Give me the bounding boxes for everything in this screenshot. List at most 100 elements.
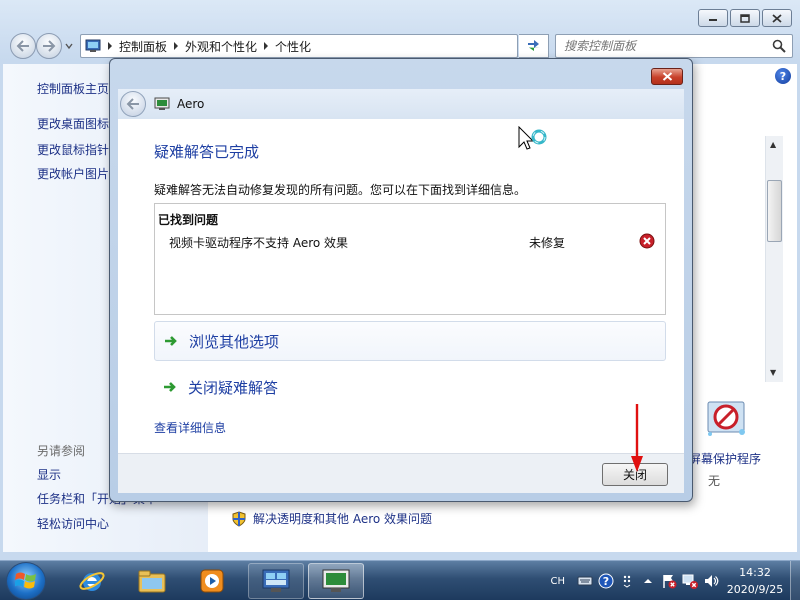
see-also-ease-of-access-link[interactable]: 轻松访问中心 — [37, 515, 109, 532]
taskbar-control-panel[interactable] — [248, 563, 304, 599]
keyboard-tray-icon[interactable] — [577, 573, 593, 589]
issue-name: 视频卡驱动程序不支持 Aero 效果 — [169, 236, 349, 250]
dialog-description: 疑难解答无法自动修复发现的所有问题。您可以在下面找到详细信息。 — [154, 183, 527, 197]
network-tray-icon[interactable] — [682, 573, 698, 589]
aero-troubleshoot-link[interactable]: 解决透明度和其他 Aero 效果问题 — [231, 510, 432, 527]
forward-button[interactable] — [36, 33, 62, 59]
aero-troubleshooter-icon — [322, 569, 350, 592]
taskbar-media-player[interactable] — [184, 563, 240, 599]
breadcrumb-separator-icon — [174, 42, 179, 50]
taskbar-internet-explorer[interactable] — [64, 563, 120, 599]
change-account-picture-link[interactable]: 更改帐户图片 — [37, 165, 109, 182]
help-icon[interactable]: ? — [775, 68, 791, 84]
recent-pages-dropdown-icon[interactable] — [64, 41, 74, 51]
close-window-button[interactable] — [762, 9, 792, 27]
dialog-header: Aero — [118, 89, 684, 119]
forward-arrow-icon — [43, 40, 56, 52]
search-box[interactable] — [555, 34, 793, 58]
dialog-title: Aero — [177, 97, 205, 111]
see-also-display-link[interactable]: 显示 — [37, 466, 61, 483]
taskbar-aero-troubleshooter[interactable] — [308, 563, 364, 599]
address-field[interactable]: 控制面板 外观和个性化 个性化 — [80, 34, 518, 58]
media-player-icon — [200, 569, 224, 593]
window-controls — [698, 9, 792, 27]
close-icon — [662, 72, 672, 81]
breadcrumb-control-panel[interactable]: 控制面板 — [119, 38, 167, 55]
dialog-footer: 关闭 — [118, 453, 684, 493]
action-center-flag-icon — [663, 575, 677, 589]
show-desktop-button[interactable] — [790, 561, 800, 600]
screensaver-icon — [707, 401, 745, 436]
dialog-content: 疑难解答已完成 疑难解答无法自动修复发现的所有问题。您可以在下面找到详细信息。 … — [118, 119, 684, 453]
busy-cursor-icon — [518, 126, 547, 150]
help-tray-icon[interactable]: ? — [598, 573, 614, 589]
taskbar-clock[interactable]: 14:32 2020/9/25 — [724, 564, 786, 598]
error-icon — [639, 233, 655, 249]
svg-text:?: ? — [603, 575, 609, 588]
scroll-up-icon[interactable]: ▲ — [770, 140, 780, 150]
start-button[interactable] — [6, 562, 46, 600]
clock-time: 14:32 — [739, 566, 771, 579]
action-center-tray-icon[interactable] — [661, 573, 677, 589]
see-also-heading: 另请参阅 — [37, 444, 86, 458]
windows-logo-icon — [15, 572, 36, 589]
scrollbar-thumb[interactable] — [767, 180, 782, 242]
system-tray: CH ? 14:32 2020/9/25 — [550, 561, 800, 600]
refresh-button[interactable] — [519, 34, 549, 58]
file-explorer-icon — [138, 570, 166, 593]
view-detailed-info-link[interactable]: 查看详细信息 — [154, 419, 226, 436]
screensaver-setting[interactable]: 屏幕保护程序 无 — [689, 398, 761, 488]
back-button[interactable] — [10, 33, 36, 59]
taskbar-file-explorer[interactable] — [124, 563, 180, 599]
breadcrumb-personalization[interactable]: 个性化 — [275, 38, 311, 55]
ime-options-tray-icon[interactable] — [619, 573, 635, 589]
search-input[interactable] — [564, 39, 764, 53]
close-icon — [772, 13, 782, 23]
screensaver-label[interactable]: 屏幕保护程序 — [689, 450, 761, 467]
network-icon — [682, 574, 698, 589]
maximize-icon — [740, 13, 750, 23]
green-arrow-icon — [164, 382, 176, 392]
help-icon: ? — [598, 573, 614, 589]
clock-date: 2020/9/25 — [726, 583, 784, 596]
aero-troubleshoot-label[interactable]: 解决透明度和其他 Aero 效果问题 — [253, 510, 432, 527]
control-panel-icon — [262, 569, 290, 592]
volume-tray-icon[interactable] — [703, 573, 719, 589]
maximize-button[interactable] — [730, 9, 760, 27]
breadcrumb-separator-icon — [264, 42, 269, 50]
show-hidden-icons-button[interactable] — [640, 573, 656, 589]
close-troubleshooter-label[interactable]: 关闭疑难解答 — [188, 377, 278, 398]
breadcrumb-separator-icon — [108, 42, 112, 50]
shield-icon — [232, 510, 246, 527]
screensaver-value: 无 — [708, 474, 721, 488]
explore-other-options-label[interactable]: 浏览其他选项 — [189, 331, 279, 352]
back-arrow-icon — [126, 98, 139, 110]
scroll-down-icon[interactable]: ▼ — [770, 368, 780, 378]
taskbar: CH ? 14:32 2020/9/25 — [0, 560, 800, 600]
issues-header: 已找到问题 — [158, 213, 219, 227]
speaker-icon — [705, 575, 719, 587]
control-panel-home-link[interactable]: 控制面板主页 — [37, 80, 109, 97]
green-arrow-icon — [165, 336, 177, 346]
issue-status: 未修复 — [529, 236, 566, 250]
change-mouse-pointers-link[interactable]: 更改鼠标指针 — [37, 141, 109, 158]
dialog-back-button[interactable] — [120, 91, 146, 117]
internet-explorer-icon — [79, 572, 105, 591]
back-arrow-icon — [16, 40, 29, 52]
keyboard-icon — [577, 576, 593, 586]
change-desktop-icons-link[interactable]: 更改桌面图标 — [37, 115, 109, 132]
content-scrollbar[interactable]: ▲ ▼ — [765, 136, 783, 382]
annotation-arrow-icon — [631, 404, 643, 472]
input-language-indicator[interactable]: CH — [550, 576, 565, 587]
explore-other-options-link[interactable]: 浏览其他选项 — [154, 321, 666, 361]
breadcrumb-appearance[interactable]: 外观和个性化 — [185, 38, 257, 55]
control-panel-icon — [85, 39, 101, 52]
troubleshooter-dialog: Aero 疑难解答已完成 疑难解答无法自动修复发现的所有问题。您可以在下面找到详… — [109, 58, 693, 502]
ime-options-icon — [623, 575, 631, 588]
search-icon[interactable] — [772, 39, 786, 53]
address-bar-row: 控制面板 外观和个性化 个性化 — [6, 33, 794, 59]
close-troubleshooter-link[interactable]: 关闭疑难解答 — [154, 367, 666, 407]
refresh-icon — [527, 40, 540, 51]
minimize-button[interactable] — [698, 9, 728, 27]
dialog-close-button[interactable] — [651, 68, 683, 85]
